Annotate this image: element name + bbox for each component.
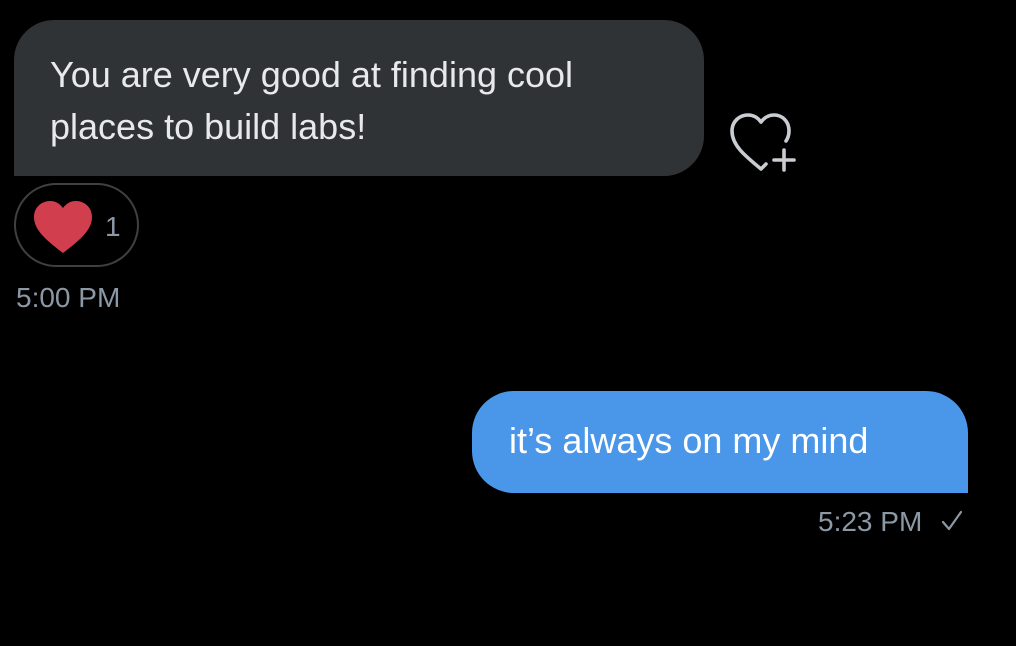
add-reaction-button[interactable] xyxy=(724,106,798,176)
sent-message-bubble[interactable]: it’s always on my mind xyxy=(472,391,968,493)
check-icon xyxy=(940,508,964,534)
received-message-timestamp: 5:00 PM xyxy=(16,282,121,313)
reaction-count: 1 xyxy=(105,211,121,242)
heart-plus-icon xyxy=(730,113,796,172)
sent-message-timestamp: 5:23 PM xyxy=(818,506,923,537)
heart-icon xyxy=(32,199,94,255)
received-message-text: You are very good at finding cool places… xyxy=(50,54,574,147)
received-message-bubble[interactable]: You are very good at finding cool places… xyxy=(14,20,704,176)
sent-message-text: it’s always on my mind xyxy=(509,420,869,461)
reaction-badge[interactable]: 1 xyxy=(14,183,139,267)
